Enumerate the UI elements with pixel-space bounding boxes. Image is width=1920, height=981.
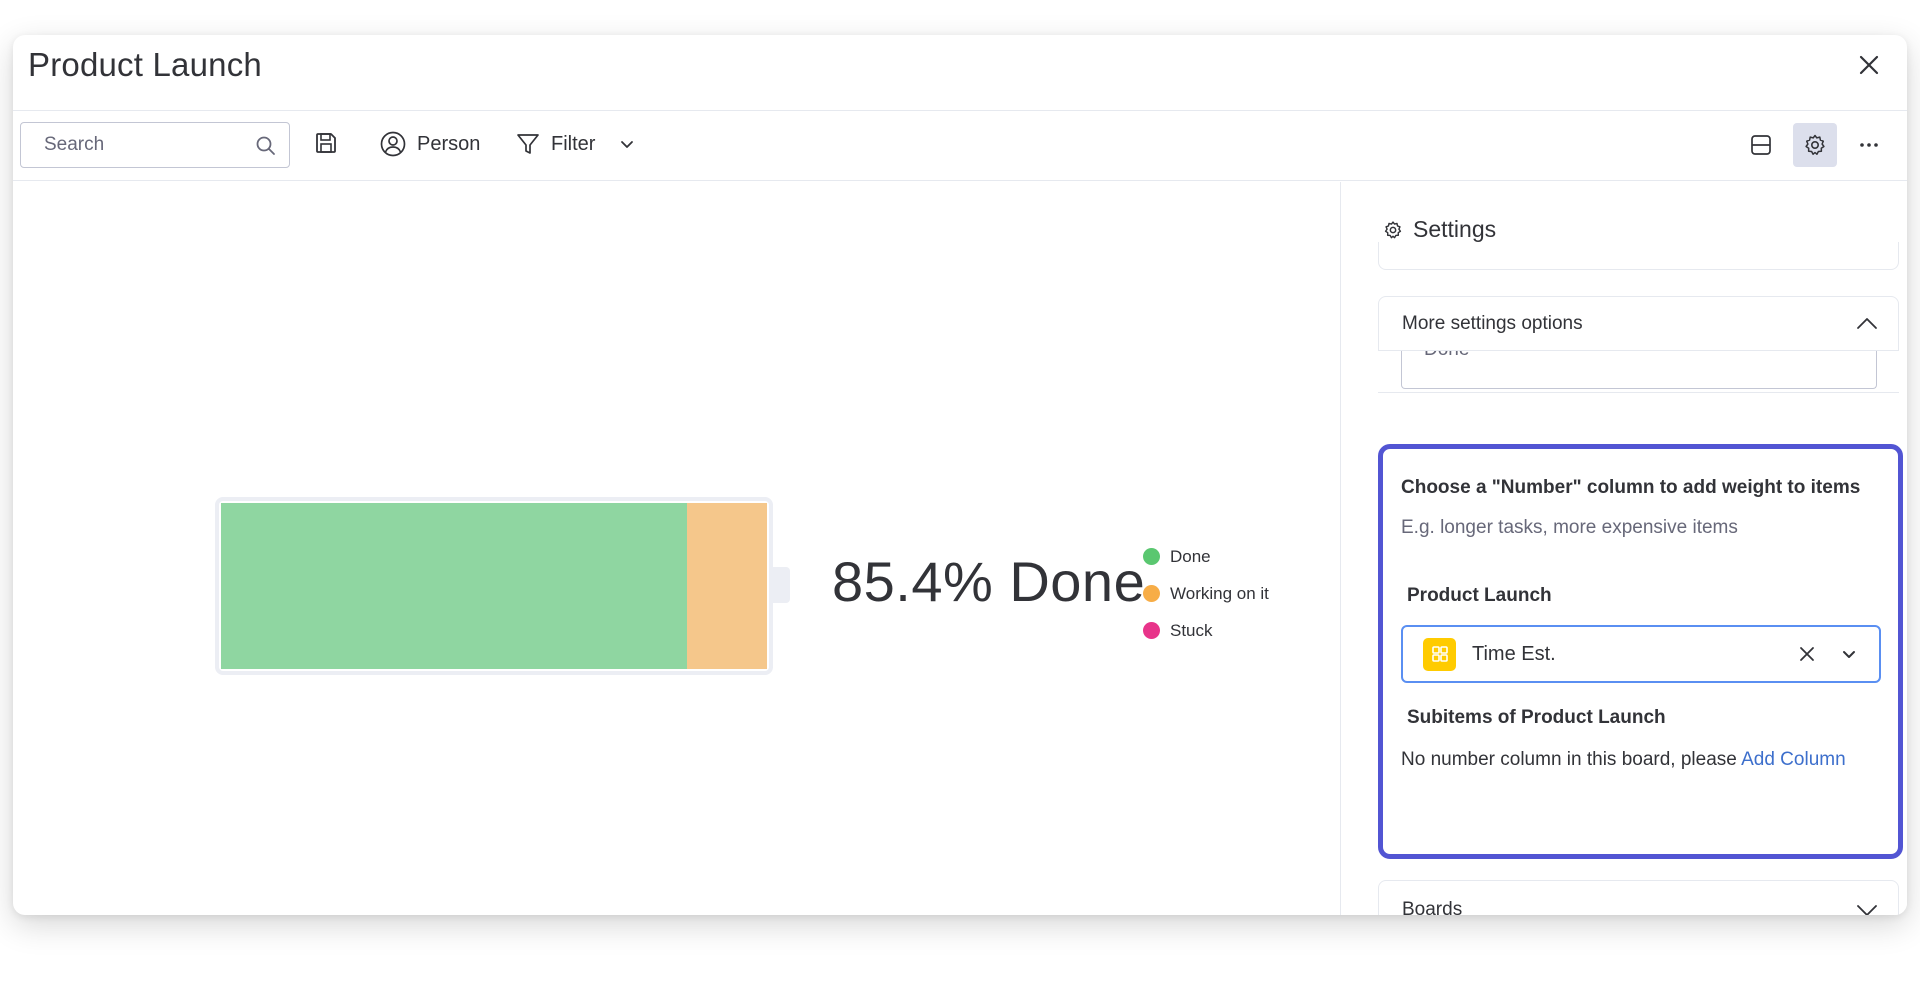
- legend-dot: [1143, 548, 1160, 565]
- filter-label: Filter: [551, 132, 596, 155]
- number-column-dropdown[interactable]: Time Est.: [1401, 625, 1881, 683]
- number-column-icon: [1423, 637, 1456, 671]
- window-header: Product Launch: [13, 35, 1907, 111]
- close-icon: [1859, 55, 1879, 75]
- widget-window: Product Launch Person Filter: [13, 35, 1907, 915]
- board-label: Product Launch: [1407, 585, 1552, 606]
- person-icon: [380, 131, 406, 157]
- more-settings-label: More settings options: [1402, 312, 1583, 334]
- boards-label: Boards: [1402, 899, 1463, 915]
- toolbar: Person Filter: [13, 111, 1907, 181]
- legend-label: Done: [1170, 546, 1211, 566]
- battery-segment-working-on-it: [687, 503, 767, 669]
- chevron-down-icon[interactable]: [617, 134, 637, 154]
- search-input[interactable]: [21, 134, 241, 156]
- legend-item: Working on it: [1143, 575, 1269, 612]
- battery-segment-done: [221, 503, 688, 669]
- battery-bar: [221, 503, 767, 669]
- layout-button[interactable]: [1739, 123, 1783, 167]
- dropdown-toggle[interactable]: [1835, 640, 1863, 668]
- close-icon: [1800, 647, 1814, 661]
- battery-body: [215, 497, 773, 675]
- settings-title: Settings: [1383, 216, 1496, 243]
- selected-column-value: Time Est.: [1472, 642, 1556, 665]
- battery-tip: [773, 567, 790, 603]
- more-settings-toggle[interactable]: More settings options: [1378, 296, 1899, 351]
- legend-dot: [1143, 585, 1160, 602]
- search-icon: [256, 136, 275, 155]
- section-divider: [1378, 392, 1899, 393]
- filter-icon: [517, 134, 539, 154]
- page-title: Product Launch: [28, 46, 262, 83]
- no-column-text: No number column in this board, please: [1401, 749, 1742, 770]
- layout-icon: [1751, 135, 1771, 155]
- percent-done-label: 85.4% Done: [832, 550, 1146, 613]
- close-button[interactable]: [1853, 49, 1885, 81]
- search-box[interactable]: [20, 122, 290, 168]
- more-dots-icon: [1860, 143, 1878, 147]
- weight-subheading: E.g. longer tasks, more expensive items: [1401, 517, 1738, 538]
- status-label-value: Done: [1424, 351, 1469, 361]
- settings-title-text: Settings: [1413, 216, 1497, 242]
- person-filter-button[interactable]: Person: [379, 130, 480, 158]
- filter-button[interactable]: Filter: [515, 131, 637, 157]
- legend-item: Stuck: [1143, 612, 1269, 649]
- previous-section-card: [1378, 242, 1899, 270]
- weight-settings-card: Choose a "Number" column to add weight t…: [1378, 444, 1903, 859]
- settings-button[interactable]: [1793, 123, 1837, 167]
- legend-item: Done: [1143, 538, 1269, 575]
- more-options-button[interactable]: [1847, 123, 1891, 167]
- clear-selection-button[interactable]: [1793, 640, 1821, 668]
- settings-panel: Settings More settings options Done Choo…: [1340, 182, 1907, 915]
- person-filter-label: Person: [417, 132, 481, 155]
- legend: Done Working on it Stuck: [1143, 538, 1269, 649]
- chevron-up-icon: [1857, 317, 1877, 329]
- chevron-down-icon: [1857, 905, 1877, 915]
- chevron-down-icon: [1843, 651, 1855, 658]
- legend-label: Stuck: [1170, 620, 1213, 640]
- gear-icon: [1384, 220, 1402, 238]
- subitems-label: Subitems of Product Launch: [1407, 707, 1666, 728]
- save-view-button[interactable]: [313, 130, 339, 156]
- legend-label: Working on it: [1170, 583, 1269, 603]
- no-column-note: No number column in this board, please A…: [1401, 749, 1846, 771]
- weight-heading: Choose a "Number" column to add weight t…: [1401, 477, 1861, 498]
- status-label-field[interactable]: Done: [1401, 351, 1877, 389]
- save-icon: [316, 133, 336, 153]
- boards-section-toggle[interactable]: Boards: [1378, 880, 1899, 915]
- gear-icon: [1805, 134, 1825, 155]
- add-column-link[interactable]: Add Column: [1741, 749, 1846, 770]
- legend-dot: [1143, 622, 1160, 639]
- battery-widget: 85.4% Done Done Working on it Stuck: [13, 182, 1340, 915]
